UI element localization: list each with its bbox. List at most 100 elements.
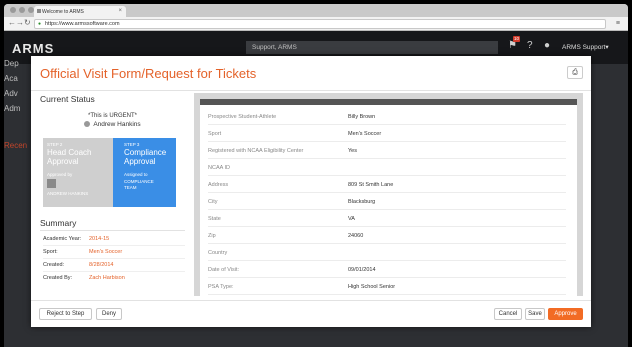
summary-value[interactable]: Zach Harbison <box>89 275 125 281</box>
summary-value[interactable]: Men's Soccer <box>89 249 122 255</box>
summary-label: Academic Year: <box>43 236 82 242</box>
save-button[interactable]: Save <box>525 308 545 320</box>
browser-tab[interactable]: Welcome to ARMS × <box>34 6 126 17</box>
form-document[interactable]: Prospective Student-Athlete Billy Brown S… <box>200 99 577 296</box>
user-menu[interactable]: ARMS Support▾ <box>562 43 609 51</box>
sidebar-item-recent[interactable]: Recen <box>4 141 27 150</box>
summary-row: Created: 8/28/2014 <box>43 259 185 272</box>
sidebar-item-aca[interactable]: Aca <box>4 74 18 83</box>
field-value: Men's Soccer <box>348 131 382 137</box>
field-label: Zip <box>208 233 216 239</box>
forward-icon[interactable]: → <box>16 19 24 27</box>
footer-divider <box>31 300 591 301</box>
urgent-note: *This is URGENT* <box>87 113 137 119</box>
field-value: Yes <box>348 148 357 154</box>
field-label: Date of Visit: <box>208 267 240 273</box>
back-icon[interactable]: ← <box>8 19 16 27</box>
form-row: State VA <box>208 210 566 227</box>
assignee-name: Andrew Hankins <box>93 121 141 128</box>
help-icon[interactable]: ? <box>527 40 533 51</box>
header-divider <box>31 90 591 91</box>
browser-menu-icon[interactable]: ≡ <box>616 20 620 27</box>
summary-label: Created By: <box>43 275 73 281</box>
summary-value[interactable]: 2014-15 <box>89 236 109 242</box>
field-label: Country <box>208 250 228 256</box>
arms-logo[interactable]: ARMS <box>12 41 54 56</box>
address-bar: ← → ↻ ● https://www.armssoftware.com ≡ <box>4 17 628 31</box>
person-icon <box>84 121 91 127</box>
approve-button[interactable]: Approve <box>548 308 583 320</box>
summary-row: Sport: Men's Soccer <box>43 246 185 259</box>
form-row: Registered with NCAA Eligibility Center Y… <box>208 142 566 159</box>
tab-close-icon[interactable]: × <box>118 8 122 14</box>
summary-title: Summary <box>40 218 77 228</box>
step2-number: STEP 2 <box>47 142 63 147</box>
browser-tabbar: Welcome to ARMS × <box>4 4 628 17</box>
field-label: Registered with NCAA Eligibility Center <box>208 148 304 154</box>
summary-divider <box>40 230 185 231</box>
form-row: City Blacksburg <box>208 193 566 210</box>
form-row: Address 809 St Smith Lane <box>208 176 566 193</box>
field-label: City <box>208 199 218 205</box>
field-label: Prospective Student-Athlete <box>208 114 277 120</box>
field-value: 24060 <box>348 233 364 239</box>
field-label: NCAA ID <box>208 165 231 171</box>
deny-button[interactable]: Deny <box>96 308 122 320</box>
field-label: Address <box>208 182 229 188</box>
sidebar-item-adm[interactable]: Adm <box>4 104 20 113</box>
url-field[interactable]: ● https://www.armssoftware.com <box>34 19 606 29</box>
window-close-button[interactable] <box>10 7 16 13</box>
step2-name-line1: Head Coach <box>47 148 92 157</box>
notification-badge: 10 <box>513 36 520 42</box>
cancel-button[interactable]: Cancel <box>494 308 522 320</box>
step3-number: STEP 3 <box>124 142 140 147</box>
url-text: https://www.armssoftware.com <box>45 21 120 27</box>
summary-row: Academic Year: 2014-15 <box>43 233 185 246</box>
window-minimize-button[interactable] <box>19 7 25 13</box>
field-label: State <box>208 216 221 222</box>
support-search[interactable]: Support, ARMS <box>246 41 498 54</box>
summary-row: Created By: Zach Harbison <box>43 272 185 285</box>
field-label: Sport <box>208 131 222 137</box>
step3-assigned-line1: COMPLIANCE <box>124 179 154 184</box>
form-row: Date of Visit: 09/01/2014 <box>208 261 566 278</box>
favicon-icon <box>37 9 41 13</box>
step-head-coach[interactable]: STEP 2 Head Coach Approval Approved by A… <box>43 138 115 207</box>
step2-by-label: Approved by <box>47 172 73 177</box>
form-row: Sport Men's Soccer <box>208 125 566 142</box>
field-value: 09/01/2014 <box>348 267 376 273</box>
sidebar-item-dep[interactable]: Dep <box>4 59 19 68</box>
lock-icon: ● <box>38 21 42 27</box>
visit-form-modal: Official Visit Form/Request for Tickets … <box>31 56 591 327</box>
step-compliance[interactable]: STEP 3 Compliance Approval Assigned to C… <box>113 138 176 207</box>
reload-icon[interactable]: ↻ <box>24 19 31 27</box>
form-row: PSA Type: High School Senior <box>208 278 566 295</box>
field-value: VA <box>348 216 355 222</box>
form-row: Zip 24060 <box>208 227 566 244</box>
printer-icon: ⎙ <box>572 69 578 76</box>
summary-label: Sport: <box>43 249 58 255</box>
assignee: Andrew Hankins <box>40 121 185 128</box>
step3-name-line2: Approval <box>124 157 156 166</box>
field-label: PSA Type: <box>208 284 234 290</box>
chevron-down-icon: ▾ <box>605 44 609 51</box>
form-row: Country <box>208 244 566 261</box>
form-row: Prospective Student-Athlete Billy Brown <box>208 108 566 125</box>
step3-assigned-label: Assigned to <box>124 172 148 177</box>
form-row: NCAA ID <box>208 159 566 176</box>
summary-value[interactable]: 8/28/2014 <box>89 262 113 268</box>
user-icon[interactable]: ● <box>544 40 550 51</box>
tab-title: Welcome to ARMS <box>42 9 84 15</box>
field-value: High School Senior <box>348 284 396 290</box>
current-status-title: Current Status <box>40 94 95 104</box>
summary-label: Created: <box>43 262 65 268</box>
status-panel: Current Status *This is URGENT* Andrew H… <box>40 94 185 281</box>
field-value: Blacksburg <box>348 199 376 205</box>
workflow-steps: STEP 2 Head Coach Approval Approved by A… <box>43 138 176 207</box>
user-name: ARMS Support <box>562 44 606 51</box>
reject-to-step-button[interactable]: Reject to Step <box>39 308 92 320</box>
step3-assigned-line2: TEAM <box>124 185 137 190</box>
sidebar-item-adv[interactable]: Adv <box>4 89 18 98</box>
step2-by-name: ANDREW HANKINS <box>47 191 89 196</box>
print-button[interactable]: ⎙ <box>567 66 583 79</box>
